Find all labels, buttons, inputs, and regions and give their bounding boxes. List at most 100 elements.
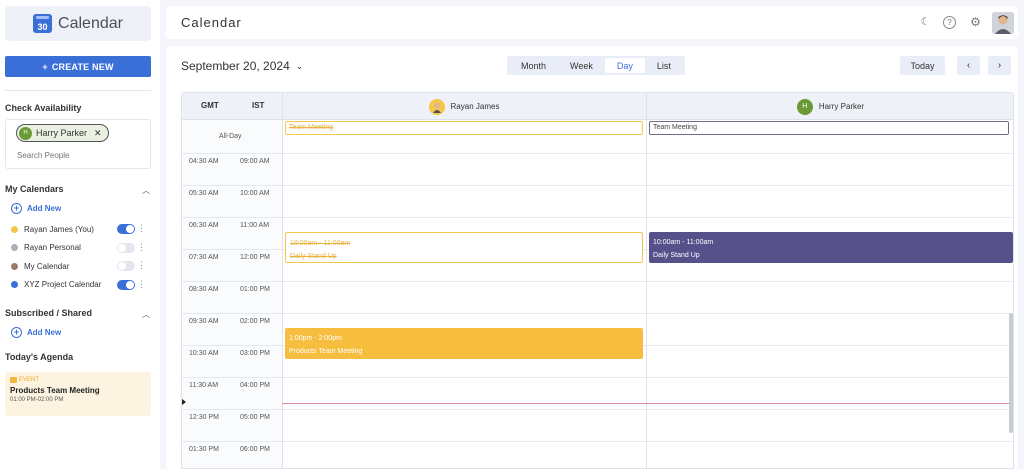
calendar-color-dot <box>11 262 18 270</box>
time-label-ist: 10:00 AM <box>240 190 270 197</box>
event-icon <box>10 377 17 383</box>
calendar-logo-icon: 30 <box>33 14 53 33</box>
help-icon[interactable]: ? <box>943 16 956 29</box>
calendar-label: XYZ Project Calendar <box>24 280 102 289</box>
view-month-button[interactable]: Month <box>509 58 558 73</box>
view-week-button[interactable]: Week <box>558 58 605 73</box>
event-daily-standup-rayan[interactable]: 10:00am - 11:00am Daily Stand Up <box>285 232 643 263</box>
calendar-toggle[interactable] <box>117 242 135 253</box>
view-list-button[interactable]: List <box>645 58 683 73</box>
allday-event-harry[interactable]: Team Meeting <box>649 121 1009 135</box>
calendar-label: Rayan Personal <box>24 243 81 252</box>
current-time-line <box>282 403 1013 404</box>
chevron-left-icon: ‹ <box>966 60 971 71</box>
calendar-color-dot <box>11 281 18 288</box>
row-divider <box>182 217 1013 218</box>
dark-mode-icon[interactable]: ☾ <box>919 16 932 29</box>
time-label-gmt: 04:30 AM <box>189 158 219 165</box>
calendar-item[interactable]: Rayan James (You) ⋮ <box>11 223 151 235</box>
calendar-label: My Calendar <box>24 261 70 271</box>
prev-day-button[interactable]: ‹ <box>957 56 980 75</box>
chevron-up-icon[interactable]: ︿ <box>142 309 150 320</box>
time-label-ist: 05:00 PM <box>240 414 270 421</box>
calendar-item[interactable]: XYZ Project Calendar ⋮ <box>11 279 151 291</box>
person-avatar <box>428 98 445 115</box>
time-label-ist: 12:00 PM <box>240 254 270 261</box>
date-picker[interactable]: September 20, 2024 ⌄ <box>181 59 303 73</box>
event-title: Daily Stand Up <box>653 252 700 259</box>
search-people-input[interactable] <box>17 151 137 160</box>
create-new-button[interactable]: + CREATE NEW <box>5 56 151 77</box>
logo-text: Calendar <box>58 14 123 32</box>
more-vertical-icon[interactable]: ⋮ <box>137 242 146 253</box>
time-label-gmt: 08:30 AM <box>189 286 219 293</box>
page-title: Calendar <box>181 15 242 30</box>
time-label-ist: 02:00 PM <box>240 318 270 325</box>
event-time: 10:00am - 11:00am <box>653 239 714 246</box>
sidebar: 30 Calendar + CREATE NEW Check Availabil… <box>0 0 160 469</box>
subscribed-title: Subscribed / Shared <box>5 308 93 318</box>
calendar-item[interactable]: My Calendar ⋮ <box>11 260 151 272</box>
chip-name: Harry Parker <box>36 128 88 138</box>
event-title: Daily Stand Up <box>290 253 337 260</box>
more-vertical-icon[interactable]: ⋮ <box>137 223 146 234</box>
row-divider <box>182 409 1013 410</box>
gear-icon[interactable]: ⚙ <box>969 16 982 29</box>
calendar-color-dot <box>11 225 18 233</box>
row-divider <box>182 153 1013 154</box>
chip-avatar: H <box>19 126 32 140</box>
person-name: Harry Parker <box>818 102 865 111</box>
time-label-gmt: 11:30 AM <box>189 382 219 389</box>
row-divider <box>182 377 1013 378</box>
row-divider <box>182 441 1013 442</box>
event-daily-standup-harry[interactable]: 10:00am - 11:00am Daily Stand Up <box>649 232 1013 263</box>
column-header-harry: H Harry Parker <box>646 93 1013 120</box>
calendar-label: Rayan James (You) <box>24 224 94 234</box>
day-grid: GMT IST Rayan James H Harry Parker All-D… <box>181 92 1014 469</box>
agenda-time: 01:00 PM-02:00 PM <box>10 397 64 403</box>
person-name: Rayan James <box>450 102 500 111</box>
next-day-button[interactable]: › <box>988 56 1011 75</box>
calendar-item[interactable]: Rayan Personal ⋮ <box>11 242 151 254</box>
view-switcher: Month Week Day List <box>507 56 685 75</box>
chevron-down-icon: ⌄ <box>295 60 304 71</box>
all-day-label: All-Day <box>219 133 242 140</box>
agenda-type: EVENT <box>10 377 146 383</box>
more-vertical-icon[interactable]: ⋮ <box>137 279 146 290</box>
user-avatar[interactable] <box>992 12 1014 34</box>
main-calendar: September 20, 2024 ⌄ Month Week Day List To… <box>166 46 1018 469</box>
add-circle-icon: + <box>11 327 22 338</box>
allday-event-rayan[interactable]: Team Meeting <box>285 121 643 135</box>
calendar-toggle[interactable] <box>117 261 135 271</box>
add-calendar-button[interactable]: + Add New <box>11 203 61 214</box>
add-new-label: Add New <box>27 204 62 213</box>
grid-scrollbar[interactable] <box>1009 313 1013 433</box>
today-button[interactable]: Today <box>900 56 945 75</box>
time-label-gmt: 01:30 PM <box>189 446 219 453</box>
app-logo[interactable]: 30 Calendar <box>5 6 151 41</box>
time-label-gmt: 09:30 AM <box>189 318 219 325</box>
person-chip[interactable]: H Harry Parker ✕ <box>16 124 109 142</box>
my-calendars-title: My Calendars <box>5 184 64 194</box>
check-availability-title: Check Availability <box>5 103 82 113</box>
more-vertical-icon[interactable]: ⋮ <box>137 260 146 271</box>
row-divider <box>182 185 1013 186</box>
event-products-team-meeting[interactable]: 1:00pm - 2:00pm Products Team Meeting <box>285 328 643 359</box>
view-day-button[interactable]: Day <box>604 58 645 73</box>
availability-box: H Harry Parker ✕ <box>5 119 151 169</box>
calendar-toggle[interactable] <box>117 279 135 290</box>
calendar-app: 30 Calendar + CREATE NEW Check Availabil… <box>0 0 1024 469</box>
time-label-ist: 04:00 PM <box>240 382 270 389</box>
time-label-gmt: 12:30 PM <box>189 414 219 421</box>
event-time: 10:00am - 11:00am <box>290 240 351 247</box>
remove-chip-icon[interactable]: ✕ <box>94 128 102 139</box>
sidebar-divider <box>5 90 151 91</box>
add-circle-icon: + <box>11 203 22 214</box>
add-subscribed-button[interactable]: + Add New <box>11 327 61 338</box>
time-label-gmt: 10:30 AM <box>189 350 219 357</box>
calendar-toggle[interactable] <box>117 224 135 234</box>
person-avatar: H <box>796 98 813 115</box>
agenda-card[interactable]: EVENT Products Team Meeting 01:00 PM-02:… <box>5 372 151 416</box>
chevron-up-icon[interactable]: ︿ <box>142 185 150 196</box>
todays-agenda-title: Today's Agenda <box>5 352 74 362</box>
